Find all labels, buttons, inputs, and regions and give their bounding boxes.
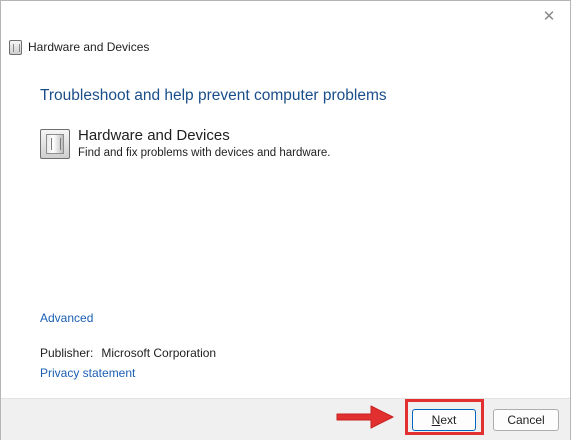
- troubleshooter-window: ✕ Hardware and Devices Troubleshoot and …: [0, 0, 571, 440]
- annotation-highlight-box: [405, 399, 484, 435]
- window-title: Hardware and Devices: [28, 40, 150, 54]
- publisher-label: Publisher:: [40, 346, 94, 360]
- hardware-icon: [40, 129, 70, 159]
- close-icon: ✕: [542, 8, 556, 25]
- privacy-statement-link[interactable]: Privacy statement: [40, 366, 135, 380]
- cancel-button[interactable]: Cancel: [493, 409, 559, 431]
- hardware-small-icon: [9, 39, 22, 55]
- publisher-value: Microsoft Corporation: [101, 346, 217, 360]
- window-titlebar: Hardware and Devices: [9, 38, 149, 56]
- annotation-arrow-icon: [336, 405, 394, 429]
- close-button[interactable]: ✕: [534, 5, 564, 27]
- item-description: Find and fix problems with devices and h…: [78, 147, 331, 159]
- advanced-link[interactable]: Advanced: [40, 311, 93, 325]
- button-footer: Next Cancel: [1, 398, 570, 440]
- troubleshooter-item: Hardware and Devices Find and fix proble…: [40, 127, 331, 161]
- item-title: Hardware and Devices: [78, 127, 230, 144]
- publisher-line: Publisher: Microsoft Corporation: [40, 346, 216, 360]
- page-heading: Troubleshoot and help prevent computer p…: [40, 87, 387, 104]
